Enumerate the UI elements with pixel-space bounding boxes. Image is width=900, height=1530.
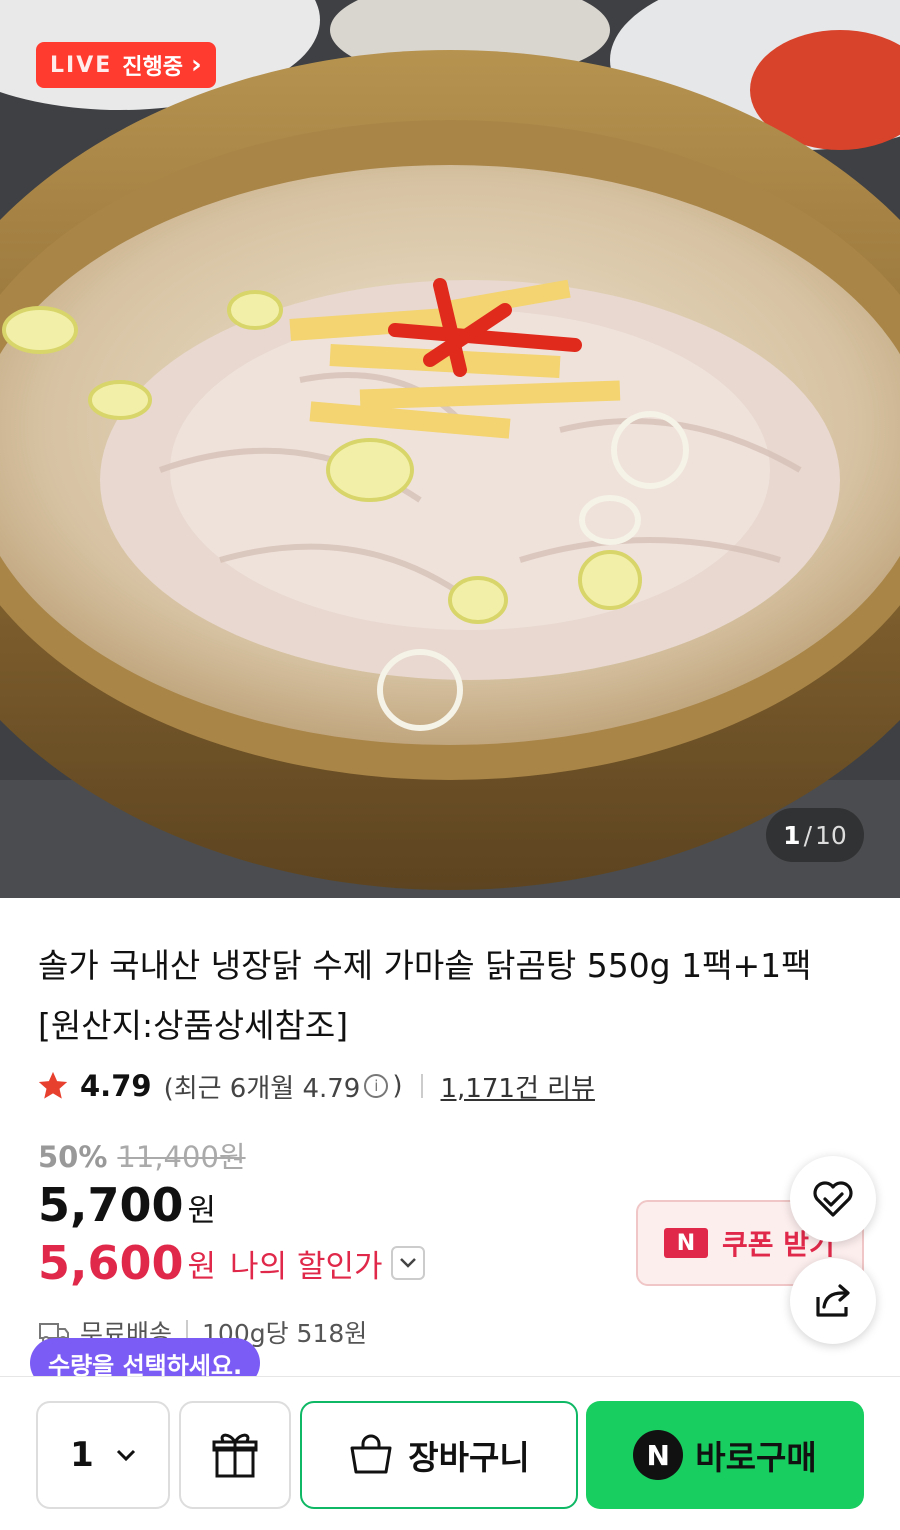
buy-label: 바로구매 [695,1438,817,1477]
heart-check-icon [813,1181,853,1217]
product-title-line1: 솔가 국내산 냉장닭 수제 가마솥 닭곰탕 550g 1팩+1팩 [38,946,812,985]
live-label: LIVE [50,52,113,78]
my-price: 5,600 [38,1236,184,1290]
image-counter-total: 10 [815,820,847,850]
sale-price-row: 5,700 원 [38,1178,216,1232]
star-icon [38,1071,68,1099]
quantity-select[interactable]: 1 [36,1401,170,1509]
image-counter: 1 / 10 [766,808,864,862]
product-title: 솔가 국내산 냉장닭 수제 가마솥 닭곰탕 550g 1팩+1팩 [원산지:상품… [38,936,838,1056]
product-image[interactable]: LIVE 진행중 › 1 / 10 [0,0,900,898]
review-count-link[interactable]: 1,171건 리뷰 [441,1068,595,1105]
add-to-cart-button[interactable]: 장바구니 [300,1401,578,1509]
rating-recent: (최근 6개월 4.79 i ) [164,1068,403,1105]
naver-pay-badge: N [664,1228,708,1258]
share-icon [816,1284,850,1317]
cart-icon [350,1434,392,1474]
wishlist-button[interactable] [790,1156,876,1242]
product-title-line2: [원산지:상품상세참조] [38,1006,349,1045]
image-counter-current: 1 [783,820,801,850]
my-price-label: 나의 할인가 [230,1248,383,1285]
rating-recent-close: ) [392,1071,403,1101]
live-status: 진행중 [122,55,183,80]
live-badge[interactable]: LIVE 진행중 › [36,42,216,88]
info-icon[interactable]: i [364,1074,389,1098]
rating-recent-text: (최근 6개월 4.79 [163,1073,361,1104]
chevron-right-icon: › [191,50,202,80]
discount-row: 50% 11,400원 [38,1134,246,1176]
cart-label: 장바구니 [408,1438,530,1477]
sale-price-unit: 원 [187,1193,217,1229]
share-button[interactable] [790,1258,876,1344]
bottom-action-bar: 1 장바구니 N 바로구매 [0,1376,900,1530]
dakgomtang-photo [0,0,900,898]
sale-price: 5,700 [38,1178,184,1232]
chevron-down-icon [116,1449,135,1461]
quantity-value: 1 [70,1435,94,1475]
chevron-down-icon[interactable] [390,1246,425,1280]
rating-row: 4.79 (최근 6개월 4.79 i ) 1,171건 리뷰 [36,1066,595,1106]
my-price-unit: 원 [187,1248,217,1285]
discount-rate: 50% [38,1140,108,1174]
original-price: 11,400원 [117,1140,246,1174]
divider [420,1074,423,1098]
my-price-row[interactable]: 5,600 원 나의 할인가 [38,1236,425,1290]
gift-button[interactable] [179,1401,291,1509]
image-counter-separator: / [803,820,813,850]
buy-now-button[interactable]: N 바로구매 [586,1401,864,1509]
rating-score: 4.79 [80,1069,152,1103]
gift-icon [212,1433,258,1478]
naver-pay-icon: N [633,1430,684,1480]
